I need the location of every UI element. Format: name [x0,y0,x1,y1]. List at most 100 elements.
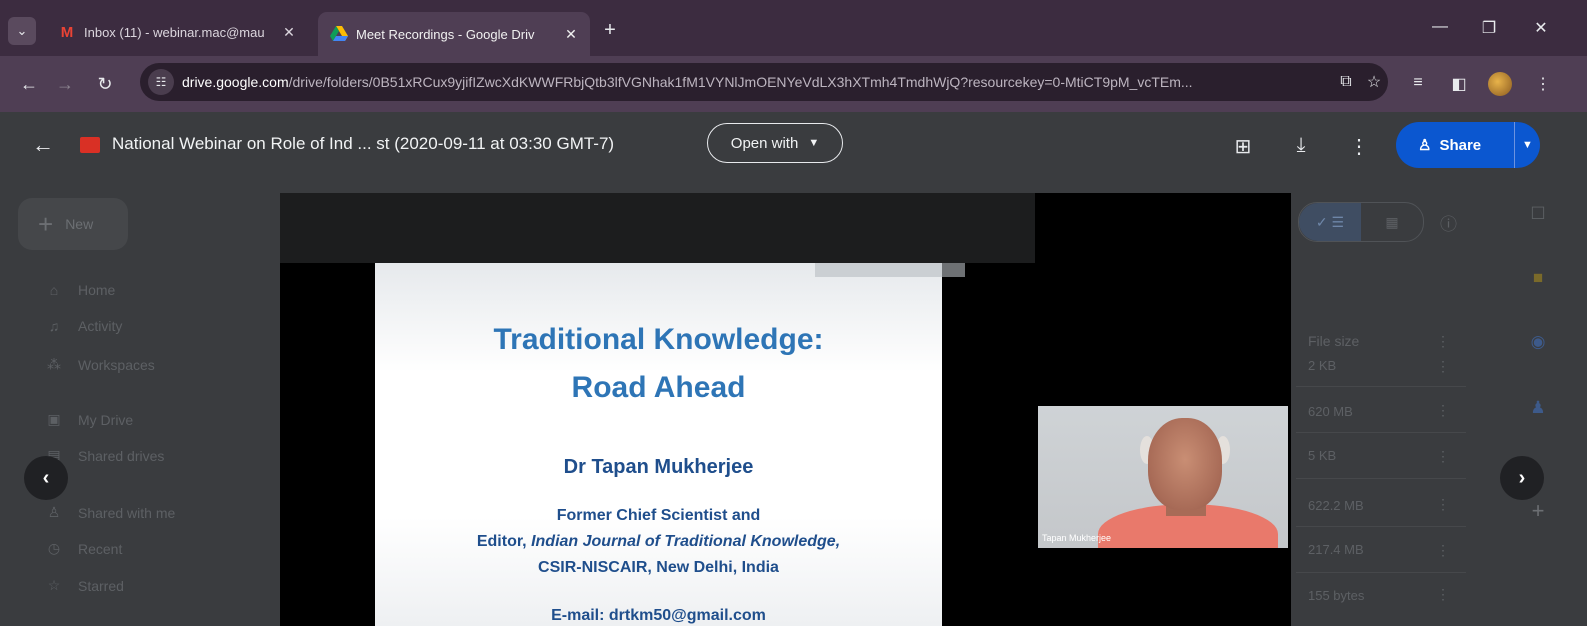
open-in-app-icon[interactable]: ⧉ [1332,73,1360,91]
url-text: drive.google.com/drive/folders/0B51xRCux… [182,74,1193,90]
close-icon[interactable]: ✕ [560,26,582,43]
file-title: National Webinar on Role of Ind ... st (… [112,134,615,153]
tab-strip: ⌄ M Inbox (11) - webinar.mac@mau ✕ Meet … [0,0,1587,62]
sidebar-item-my-drive[interactable]: ▣ My Drive [44,411,133,428]
list-view-icon[interactable]: ✓ ☰ [1299,203,1361,241]
participant-face [1148,418,1222,510]
more-actions-icon[interactable]: ⋮ [1345,134,1373,159]
forward-arrow-icon[interactable]: → [52,74,78,95]
previous-file-button[interactable]: ‹ [24,456,68,500]
slide-role-line: Former Chief Scientist and [556,507,761,524]
file-size-cell: 5 KB [1308,448,1337,463]
sidebar-item-workspaces[interactable]: ⁂ Workspaces [44,356,155,373]
sidebar-item-shared-drives[interactable]: ▤ Shared drives [44,447,164,464]
file-size-cell: 217.4 MB [1308,542,1364,557]
info-icon[interactable]: ⓘ [1440,210,1457,235]
caret-down-icon: ▼ [808,137,820,149]
sidebar-item-home[interactable]: ⌂ Home [44,282,116,298]
chevron-right-icon: › [1518,466,1526,489]
sidebar-item-starred[interactable]: ☆ Starred [44,577,124,594]
next-file-button[interactable]: › [1500,456,1544,500]
restore-icon[interactable]: ❐ [1474,18,1504,38]
google-drive-icon [330,25,348,43]
participant-camera-tile: Tapan Mukherjee [1038,406,1288,548]
people-icon: ♙ [1418,137,1432,154]
reload-icon[interactable]: ↻ [92,74,118,95]
tab-title: Meet Recordings - Google Driv [356,26,535,42]
tab-meet-recordings[interactable]: Meet Recordings - Google Driv ✕ [318,12,590,56]
video-top-bar [280,193,1035,263]
presentation-slide: Traditional Knowledge: Road Ahead Dr Tap… [375,263,965,626]
tab-title: Inbox (11) - webinar.mac@mau [84,24,265,40]
column-menu-icon[interactable]: ⋮ [1436,333,1450,350]
slide-role-line: Editor, Indian Journal of Traditional Kn… [476,533,841,550]
grid-view-icon[interactable]: ▦ [1361,203,1423,241]
row-more-icon[interactable]: ⋮ [1436,586,1450,603]
contacts-icon[interactable]: ♟ [1526,398,1550,418]
site-settings-icon[interactable]: ☷ [148,69,174,95]
tab-gmail-inbox[interactable]: M Inbox (11) - webinar.mac@mau ✕ [46,14,308,50]
plus-icon: + [38,208,54,239]
row-divider [1296,432,1466,433]
row-more-icon[interactable]: ⋮ [1436,448,1450,465]
new-tab-button[interactable]: + [598,18,622,42]
viewer-header: ← National Webinar on Role of Ind ... st… [0,112,1587,180]
window-close-icon[interactable]: ✕ [1526,18,1556,38]
profile-avatar[interactable] [1488,72,1512,96]
view-toggle: ✓ ☰ ▦ [1298,202,1424,242]
chevron-left-icon: ‹ [42,466,50,489]
video-file-icon [80,137,100,153]
close-icon[interactable]: ✕ [278,24,300,41]
address-bar[interactable]: ☷ drive.google.com/drive/folders/0B51xRC… [140,63,1388,101]
chevron-down-icon: ⌄ [16,23,28,38]
workspaces-icon: ⁂ [47,356,61,372]
bookmark-star-icon[interactable]: ☆ [1360,72,1388,92]
star-icon: ☆ [47,577,61,593]
slide-toolbar [815,263,965,277]
reading-list-icon[interactable]: ≡ [1405,74,1431,92]
add-comment-icon[interactable]: ⊞ [1229,134,1257,159]
file-size-cell: 620 MB [1308,404,1353,419]
sidebar-item-recent[interactable]: ◷ Recent [44,540,122,557]
slide-email: E-mail: drtkm50@gmail.com [551,607,766,624]
back-arrow-icon[interactable]: ← [16,74,42,95]
download-icon[interactable]: ⤓ [1287,134,1315,157]
my-drive-icon: ▣ [47,411,61,427]
minimize-icon[interactable]: — [1425,18,1455,36]
row-divider [1296,572,1466,573]
back-arrow-icon[interactable]: ← [28,132,58,158]
row-divider [1296,386,1466,387]
file-size-cell: 2 KB [1308,358,1337,373]
slide-title-line: Road Ahead [571,371,746,404]
sidebar-item-activity[interactable]: ♫ Activity [44,318,123,334]
participant-name: Tapan Mukherjee [1042,533,1112,543]
browser-toolbar: ← → ↻ ☷ drive.google.com/drive/folders/0… [0,56,1587,112]
file-size-column-header[interactable]: File size [1308,333,1359,349]
open-with-button[interactable]: Open with ▼ [707,123,843,163]
keep-icon[interactable]: ■ [1526,268,1550,288]
row-divider [1296,478,1466,479]
tab-search-button[interactable]: ⌄ [8,17,36,45]
add-icon[interactable]: + [1526,498,1550,524]
home-icon: ⌂ [49,282,59,298]
tasks-icon[interactable]: ◉ [1526,332,1550,352]
sidebar-item-shared-with-me[interactable]: ♙ Shared with me [44,504,176,521]
row-more-icon[interactable]: ⋮ [1436,358,1450,375]
share-button[interactable]: ♙ Share ▼ [1396,122,1540,168]
calendar-icon[interactable]: ☐ [1526,204,1550,224]
video-player[interactable]: Traditional Knowledge: Road Ahead Dr Tap… [280,193,1291,626]
file-size-cell: 155 bytes [1308,588,1365,603]
side-panel-icon[interactable]: ◧ [1446,74,1472,94]
gmail-icon: M [60,23,74,41]
people-icon: ♙ [47,504,61,520]
row-more-icon[interactable]: ⋮ [1436,496,1450,513]
row-more-icon[interactable]: ⋮ [1436,402,1450,419]
slide-role-line: CSIR-NISCAIR, New Delhi, India [538,559,779,576]
share-dropdown-icon[interactable]: ▼ [1515,139,1540,151]
more-vert-icon[interactable]: ⋮ [1530,74,1556,94]
row-more-icon[interactable]: ⋮ [1436,542,1450,559]
bell-icon: ♫ [48,318,60,334]
slide-title-line: Traditional Knowledge: [493,323,824,356]
file-size-cell: 622.2 MB [1308,498,1364,513]
new-button[interactable]: + New [18,198,128,250]
